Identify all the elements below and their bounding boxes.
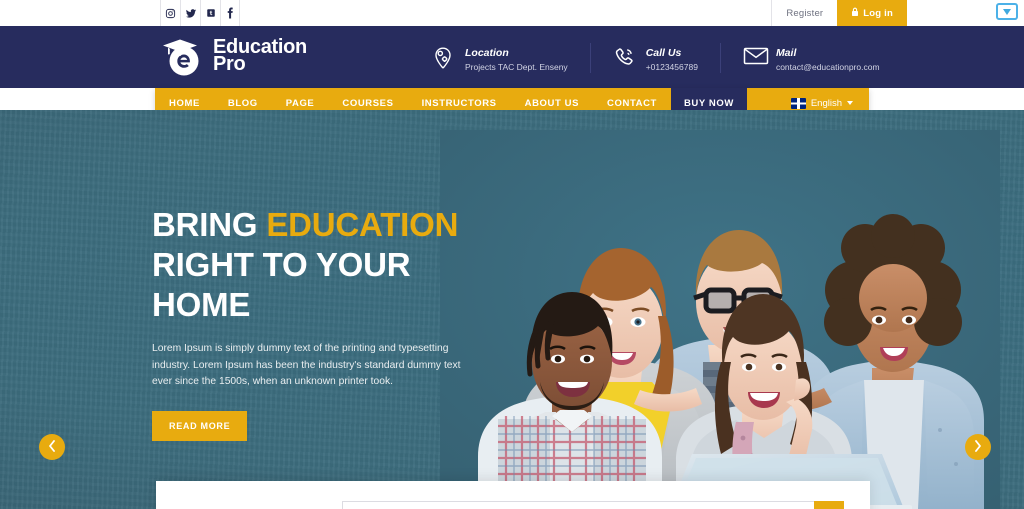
site-logo[interactable]: Education Pro [161,34,307,78]
login-button[interactable]: Log in [837,0,907,26]
carousel-prev-button[interactable] [39,434,65,460]
contact-mail[interactable]: Mail contact@educationpro.com [719,43,902,73]
search-courses-card: SEARCH COURSES [156,481,870,509]
contact-phone-title: Call Us [645,47,682,59]
twitter-icon[interactable] [180,0,200,26]
top-bar-spacer [240,0,771,26]
uk-flag-icon [790,97,806,109]
search-submit-button[interactable] [814,501,844,509]
contact-phone-value: +0123456789 [645,62,698,72]
register-label: Register [786,7,824,19]
nav-item-blog-label: BLOG [227,97,258,109]
hero-title-line1-accent: EDUCATION [266,206,459,243]
search-input[interactable] [342,501,814,509]
nav-item-instructors-label: INSTRUCTORS [421,97,497,109]
page-root: Register Log in Education Pro Location P… [0,0,1024,509]
tumblr-icon[interactable] [200,0,220,26]
carousel-next-button[interactable] [965,434,991,460]
contact-mail-text: Mail contact@educationpro.com [776,43,880,73]
social-links [160,0,240,26]
site-header: Education Pro Location Projects TAC Dept… [0,26,1024,88]
nav-item-courses-label: COURSES [342,97,394,109]
hero-title-line2: RIGHT TO YOUR HOME [152,246,411,323]
chevron-right-icon [974,439,982,455]
language-label: English [810,97,842,109]
chevron-down-icon [847,101,853,105]
contact-location-value: Projects TAC Dept. Enseny [465,62,568,72]
hero-slider: BRING EDUCATION RIGHT TO YOUR HOME Lorem… [0,110,1024,509]
hero-title: BRING EDUCATION RIGHT TO YOUR HOME [152,205,497,325]
hero-students-photo [440,130,1000,509]
graduation-cap-e-icon [161,34,207,78]
register-button[interactable]: Register [771,0,837,26]
contact-mail-title: Mail [775,47,797,59]
contact-phone[interactable]: Call Us +0123456789 [589,43,720,73]
logo-line2: Pro [213,53,246,75]
nav-item-home-label: HOME [169,97,200,109]
map-pin-icon [432,46,456,70]
top-bar: Register Log in [0,0,1024,26]
contact-phone-text: Call Us +0123456789 [646,43,698,73]
instagram-icon[interactable] [160,0,180,26]
lock-icon [851,7,859,20]
contact-mail-value: contact@educationpro.com [775,62,880,72]
header-contact-info: Location Projects TAC Dept. Enseny Call … [410,40,902,76]
facebook-icon[interactable] [220,0,240,26]
buy-now-label: BUY NOW [683,97,734,109]
hero-copy: BRING EDUCATION RIGHT TO YOUR HOME Lorem… [152,205,497,441]
top-bar-actions: Register Log in [771,0,1024,26]
contact-location[interactable]: Location Projects TAC Dept. Enseny [410,43,590,73]
search-field [342,501,844,509]
dropdown-box-icon[interactable] [996,3,1018,20]
nav-item-contact-label: CONTACT [607,97,657,109]
hero-paragraph: Lorem Ipsum is simply dummy text of the … [152,343,461,387]
contact-location-title: Location [465,47,509,59]
hero-title-line1-white: BRING [152,206,267,243]
chevron-left-icon [48,439,56,455]
nav-item-about-us-label: ABOUT US [524,97,580,109]
nav-item-page-label: PAGE [285,97,315,109]
contact-location-text: Location Projects TAC Dept. Enseny [465,43,568,73]
hero-title-line1: BRING EDUCATION [152,205,497,245]
login-label: Log in [863,7,893,19]
envelope-icon [743,46,769,70]
logo-text: Education Pro [213,37,307,75]
phone-icon [613,46,637,70]
read-more-button[interactable]: READ MORE [152,410,248,441]
triangle-glyph [1003,8,1011,15]
